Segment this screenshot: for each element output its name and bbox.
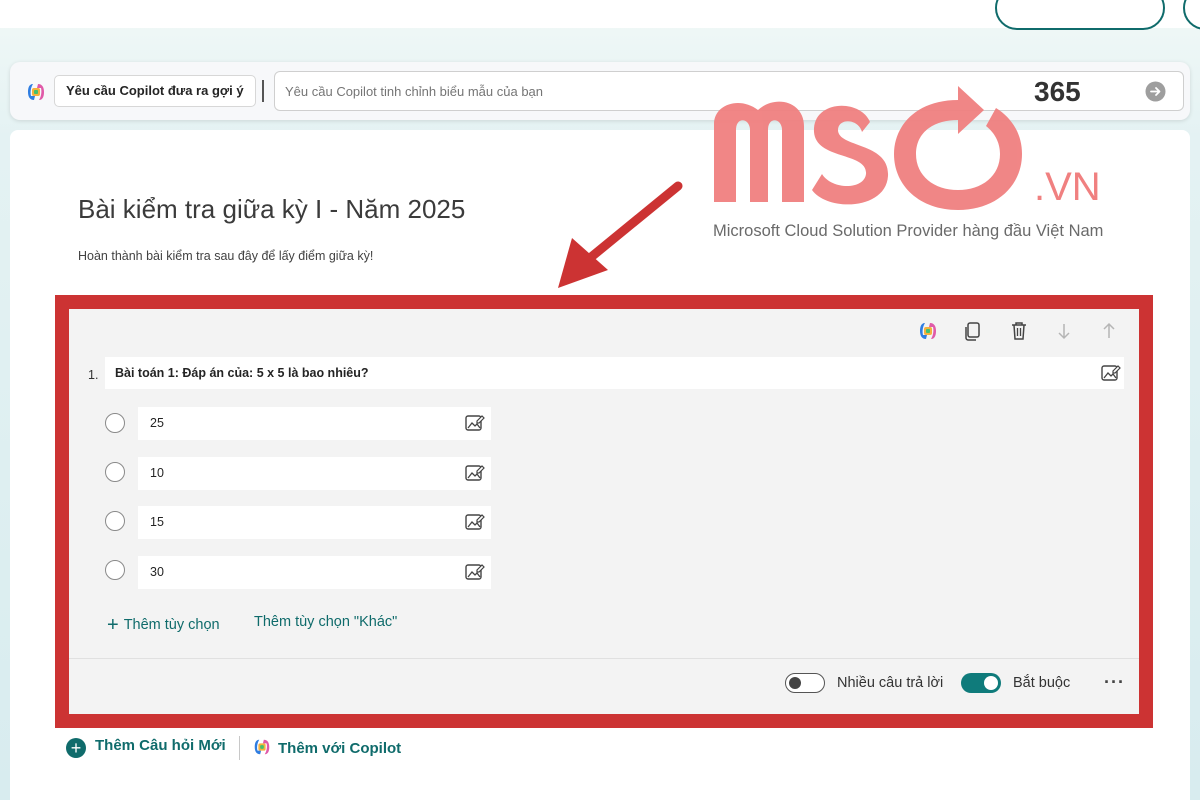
option-field-1[interactable]: 25 xyxy=(138,407,491,440)
add-with-copilot-button[interactable]: Thêm với Copilot xyxy=(252,737,401,757)
multiple-answers-toggle[interactable] xyxy=(785,673,825,693)
bottom-divider xyxy=(239,736,240,760)
add-option-button[interactable]: + Thêm tùy chọn xyxy=(107,614,220,637)
option-radio-4[interactable] xyxy=(105,560,125,580)
add-option-label: Thêm tùy chọn xyxy=(123,617,220,633)
bar-divider xyxy=(262,80,264,102)
question-text-field[interactable]: Bài toán 1: Đáp án của: 5 x 5 là bao nhi… xyxy=(105,357,1124,389)
trash-icon[interactable] xyxy=(1008,320,1030,342)
question-footer-divider xyxy=(69,658,1139,659)
form-description[interactable]: Hoàn thành bài kiểm tra sau đây để lấy đ… xyxy=(78,249,373,263)
insert-image-icon[interactable] xyxy=(463,561,485,583)
question-number: 1. xyxy=(88,368,99,382)
copilot-icon xyxy=(254,739,270,755)
watermark-tagline: Microsoft Cloud Solution Provider hàng đ… xyxy=(713,222,1104,240)
form-title[interactable]: Bài kiểm tra giữa kỳ I - Năm 2025 xyxy=(78,194,465,225)
copilot-icon xyxy=(28,84,44,100)
arrow-down-icon[interactable] xyxy=(1053,320,1075,342)
option-field-4[interactable]: 30 xyxy=(138,556,491,589)
add-other-option-button[interactable]: Thêm tùy chọn "Khác" xyxy=(254,614,397,630)
suggest-button[interactable]: Yêu cầu Copilot đưa ra gợi ý xyxy=(54,75,256,107)
copilot-icon[interactable] xyxy=(917,320,939,342)
toggle-knob xyxy=(984,676,998,690)
watermark-365: 365 xyxy=(1034,76,1081,107)
plus-icon: + xyxy=(107,614,119,636)
annotation-arrow xyxy=(558,181,683,288)
svg-text:.VN: .VN xyxy=(1034,165,1101,209)
option-field-3[interactable]: 15 xyxy=(138,506,491,539)
more-icon[interactable]: ··· xyxy=(1104,672,1125,693)
option-field-2[interactable]: 10 xyxy=(138,457,491,490)
top-action-button-partial[interactable] xyxy=(995,0,1165,30)
insert-image-icon[interactable] xyxy=(463,412,485,434)
toggle-knob xyxy=(789,677,801,689)
insert-image-icon[interactable] xyxy=(463,511,485,533)
option-radio-3[interactable] xyxy=(105,511,125,531)
required-toggle[interactable] xyxy=(961,673,1001,693)
required-label: Bắt buộc xyxy=(1013,675,1071,691)
multiple-answers-label: Nhiều câu trả lời xyxy=(837,675,944,691)
option-radio-2[interactable] xyxy=(105,462,125,482)
add-with-copilot-label: Thêm với Copilot xyxy=(278,740,402,757)
add-new-question-button[interactable]: + Thêm Câu hỏi Mới xyxy=(66,737,226,759)
arrow-up-icon[interactable] xyxy=(1098,320,1120,342)
send-arrow-icon[interactable] xyxy=(1145,81,1166,102)
copy-icon[interactable] xyxy=(962,320,984,342)
add-question-label: Thêm Câu hỏi Mới xyxy=(95,737,226,754)
insert-image-icon[interactable] xyxy=(1099,362,1121,384)
plus-circle-icon: + xyxy=(66,738,86,758)
option-radio-1[interactable] xyxy=(105,413,125,433)
insert-image-icon[interactable] xyxy=(463,462,485,484)
